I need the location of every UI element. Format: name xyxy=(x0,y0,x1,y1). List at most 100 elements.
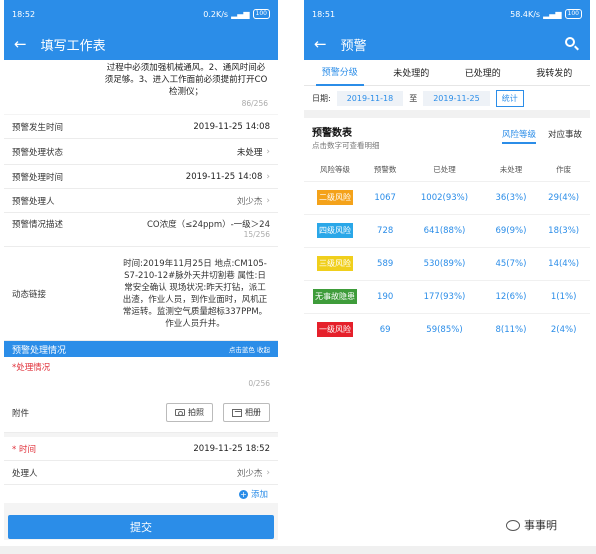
date-filter: 日期: 2019-11-18 至 2019-11-25 统计 xyxy=(304,86,590,110)
subtab-accident[interactable]: 对应事故 xyxy=(548,128,582,140)
signal-icon: ▂▄▆ xyxy=(231,9,250,19)
back-arrow-icon[interactable]: ← xyxy=(14,35,27,53)
processed-cell[interactable]: 641(88%) xyxy=(404,213,485,247)
processed-cell[interactable]: 1002(93%) xyxy=(404,180,485,214)
void-cell[interactable]: 29(4%) xyxy=(537,180,590,214)
row-value: 2019-11-25 14:08 xyxy=(193,121,270,132)
void-cell[interactable]: 18(3%) xyxy=(537,213,590,247)
row-alert-time: 预警发生时间 2019-11-25 14:08 xyxy=(4,115,278,139)
risk-level-badge: 无事故隐患 xyxy=(313,289,357,304)
section-title: 预警处理情况 xyxy=(12,345,67,356)
void-cell[interactable]: 1(1%) xyxy=(537,279,590,313)
column-header: 已处理 xyxy=(433,165,456,175)
table-row: 四级风险 728 641(88%) 69(9%) 18(3%) xyxy=(304,213,590,247)
table-header-row: 风险等级 预警数 已处理 未处理 作废 xyxy=(304,159,590,181)
alert-table: 风险等级 预警数 已处理 未处理 作废 二级风险 1067 1002(93%) … xyxy=(304,159,590,346)
table-row: 无事故隐患 190 177(93%) 12(6%) 1(1%) xyxy=(304,279,590,313)
table-row: 三级风险 589 530(89%) 45(7%) 14(4%) xyxy=(304,246,590,280)
chevron-right-icon: › xyxy=(266,171,270,182)
date-to-field[interactable]: 2019-11-25 xyxy=(423,90,490,106)
page-title: 填写工作表 xyxy=(40,38,106,54)
row-value: 刘少杰 xyxy=(236,196,263,207)
page-title: 预警 xyxy=(340,38,367,54)
row-processor[interactable]: 处理人 刘少杰 › xyxy=(4,461,278,485)
row-handle-time[interactable]: 预警处理时间 2019-11-25 14:08 › xyxy=(4,165,278,189)
subtab-risk-level[interactable]: 风险等级 xyxy=(501,128,536,144)
chevron-right-icon: › xyxy=(266,467,270,478)
search-icon[interactable] xyxy=(564,36,580,52)
row-handler[interactable]: 预警处理人 刘少杰 › xyxy=(4,189,278,213)
row-dynamic-link[interactable]: 动态链接 时间:2019年11月25日 地点:CM105-S7-210-12#脉… xyxy=(4,247,278,341)
row-label: * 时间 xyxy=(12,444,36,455)
column-header: 未处理 xyxy=(499,165,523,175)
app-bar: ← 填写工作表 xyxy=(4,28,278,60)
void-cell[interactable]: 2(4%) xyxy=(537,312,590,346)
row-time[interactable]: * 时间 2019-11-25 18:52 xyxy=(4,437,278,461)
row-value: 2019-11-25 14:08 xyxy=(185,171,263,182)
table-title: 预警数表 xyxy=(312,128,352,139)
risk-level-badge: 四级风险 xyxy=(317,223,353,238)
date-from-field[interactable]: 2019-11-18 xyxy=(336,90,404,106)
row-alert-state[interactable]: 预警处理状态 未处理 › xyxy=(4,139,278,165)
collapse-hint[interactable]: 点击蓝色 收起 xyxy=(229,344,270,354)
column-header: 预警数 xyxy=(373,165,397,175)
table-header: 预警数表 点击数字可查看明细 风险等级 对应事故 xyxy=(304,118,590,151)
row-label: 预警发生时间 xyxy=(12,122,64,133)
row-alert-description[interactable]: 预警情况描述 CO浓度（≤24ppm）-一级＞24 15/256 xyxy=(4,213,278,247)
column-header: 风险等级 xyxy=(320,165,350,175)
take-photo-button[interactable]: 拍照 xyxy=(166,403,213,422)
risk-level-badge: 三级风险 xyxy=(317,256,353,271)
row-label: 动态链接 xyxy=(12,289,47,300)
handling-label: *处理情况 xyxy=(12,363,51,373)
row-value: 2019-11-25 18:52 xyxy=(193,443,270,454)
tab-processed[interactable]: 已处理的 xyxy=(459,60,507,86)
alert-count-cell[interactable]: 728 xyxy=(366,213,405,247)
handling-textarea[interactable]: *处理情况 0/256 xyxy=(4,357,278,393)
bottom-bar xyxy=(0,546,596,554)
row-value: 刘少杰 xyxy=(236,468,263,479)
pending-cell[interactable]: 36(3%) xyxy=(484,180,538,214)
image-icon xyxy=(232,408,242,417)
row-value: 时间:2019年11月25日 地点:CM105-S7-210-12#脉外天井切割… xyxy=(122,258,268,329)
risk-level-badge: 一级风险 xyxy=(317,322,353,338)
tab-unprocessed[interactable]: 未处理的 xyxy=(387,60,435,86)
album-button[interactable]: 相册 xyxy=(223,403,270,422)
row-label: 预警处理人 xyxy=(12,196,55,207)
pending-cell[interactable]: 69(9%) xyxy=(484,213,538,247)
add-button[interactable]: + 添加 xyxy=(4,485,278,503)
status-bar: 18:51 58.4K/s ▂▄▆ 100 xyxy=(304,0,590,28)
battery-icon: 100 xyxy=(564,9,582,19)
statistics-button[interactable]: 统计 xyxy=(495,89,524,107)
alert-count-cell[interactable]: 589 xyxy=(366,246,405,280)
row-label: 处理人 xyxy=(12,468,38,479)
table-subtitle: 点击数字可查看明细 xyxy=(312,141,380,150)
chevron-right-icon: › xyxy=(266,146,270,157)
tab-alert-level[interactable]: 预警分级 xyxy=(315,60,364,86)
submit-button[interactable]: 提交 xyxy=(8,515,274,539)
alert-count-cell[interactable]: 1067 xyxy=(366,180,405,214)
section-header[interactable]: 预警处理情况 点击蓝色 收起 xyxy=(4,341,278,357)
date-separator: 至 xyxy=(409,93,418,103)
table-row: 二级风险 1067 1002(93%) 36(3%) 29(4%) xyxy=(304,180,590,214)
table-row: 一级风险 69 59(85%) 8(11%) 2(4%) xyxy=(304,312,590,346)
network-speed: 0.2K/s xyxy=(203,9,229,19)
description-text-area[interactable]: 过程中必须加强机械通风。2、通风时间必须足够。3、进入工作面前必须提前打开CO检… xyxy=(4,60,278,114)
char-counter: 15/256 xyxy=(243,230,270,239)
back-arrow-icon[interactable]: ← xyxy=(314,35,327,53)
pending-cell[interactable]: 45(7%) xyxy=(484,246,538,280)
description-text: 过程中必须加强机械通风。2、通风时间必须足够。3、进入工作面前必须提前打开CO检… xyxy=(104,63,268,97)
network-speed: 58.4K/s xyxy=(510,9,541,19)
processed-cell[interactable]: 59(85%) xyxy=(404,312,485,346)
row-label: 预警处理时间 xyxy=(12,172,64,183)
alert-count-cell[interactable]: 190 xyxy=(366,279,405,313)
void-cell[interactable]: 14(4%) xyxy=(537,246,590,280)
pending-cell[interactable]: 12(6%) xyxy=(484,279,538,313)
processed-cell[interactable]: 530(89%) xyxy=(404,246,485,280)
row-attachment: 附件 拍照 相册 xyxy=(4,393,278,433)
risk-level-badge: 二级风险 xyxy=(317,190,353,205)
pending-cell[interactable]: 8(11%) xyxy=(484,312,538,346)
tab-forwarded[interactable]: 我转发的 xyxy=(530,60,578,86)
alert-count-cell[interactable]: 69 xyxy=(366,312,405,346)
processed-cell[interactable]: 177(93%) xyxy=(404,279,485,313)
char-counter: 0/256 xyxy=(248,379,270,388)
